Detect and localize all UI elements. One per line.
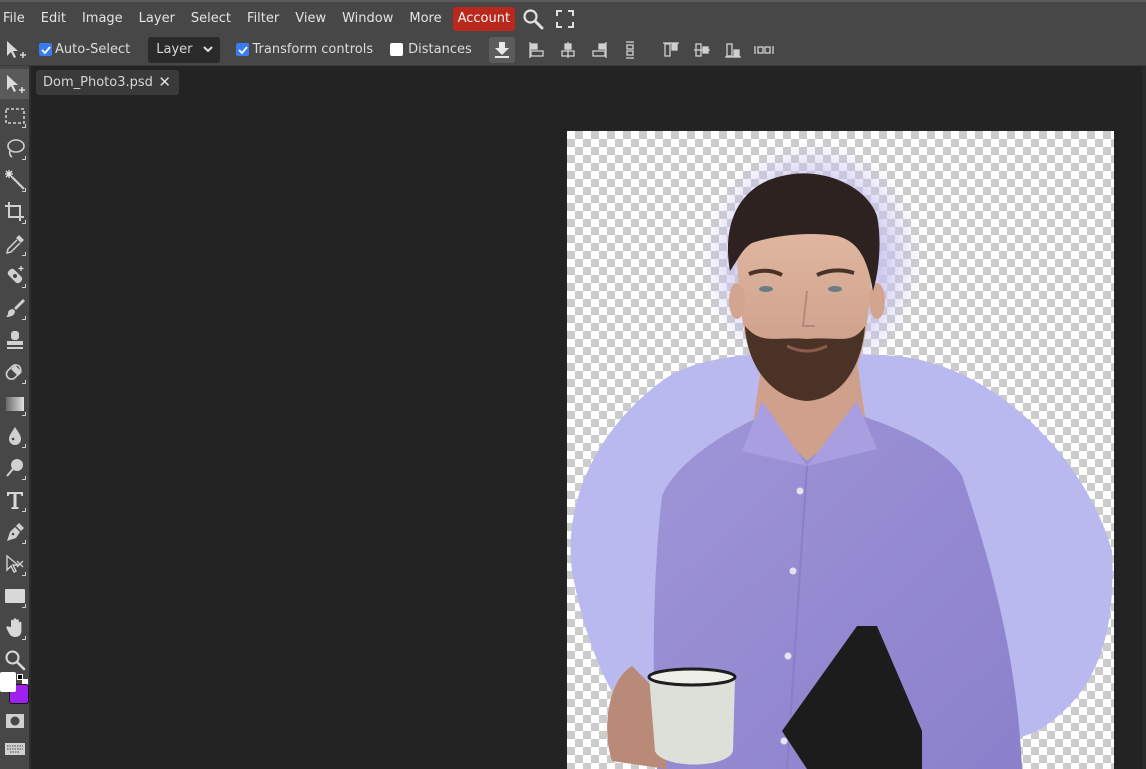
chevron-down-icon	[203, 45, 214, 52]
checkbox-checked-icon[interactable]	[39, 43, 52, 56]
document-canvas[interactable]	[567, 131, 1114, 769]
checkbox-checked-icon[interactable]	[236, 43, 250, 56]
distribute-h-icon	[754, 45, 774, 54]
tool-crop[interactable]	[0, 197, 29, 227]
move-tool-icon	[5, 39, 29, 61]
menu-more[interactable]: More	[401, 7, 449, 31]
mug	[649, 676, 735, 765]
keyboard-icon	[4, 743, 25, 755]
fullscreen-icon[interactable]	[551, 7, 579, 31]
distances-checkbox[interactable]: Distances	[390, 42, 472, 57]
quick-mask-icon	[5, 714, 24, 728]
align-bottom-icon	[724, 42, 741, 58]
account-button[interactable]: Account	[452, 7, 516, 31]
tool-move[interactable]	[0, 69, 29, 99]
auto-select-label: Auto-Select	[55, 42, 131, 57]
tool-blur[interactable]	[0, 421, 29, 451]
tool-shape[interactable]	[0, 581, 29, 611]
document-tab-title: Dom_Photo3.psd	[43, 75, 153, 90]
eye	[828, 286, 842, 292]
close-icon[interactable]: ✕	[158, 74, 171, 90]
menu-layer[interactable]: Layer	[131, 7, 183, 31]
menu-filter[interactable]: Filter	[239, 7, 287, 31]
download-button[interactable]	[488, 36, 515, 63]
tool-gradient[interactable]	[0, 389, 29, 419]
photo-layer	[570, 141, 1113, 769]
tool-magic-wand[interactable]	[0, 165, 29, 195]
tool-type[interactable]	[0, 485, 29, 515]
options-bar: Auto-Select Layer Transform controls Dis…	[0, 34, 1146, 66]
clone-stamp-icon	[6, 331, 23, 349]
tool-stamp[interactable]	[0, 325, 29, 355]
auto-select-checkbox[interactable]: Auto-Select	[39, 42, 130, 57]
keyboard-shortcuts-button[interactable]	[0, 734, 29, 764]
menu-image[interactable]: Image	[74, 7, 131, 31]
align-center-h-icon	[561, 41, 575, 58]
distances-label: Distances	[408, 42, 472, 57]
checkbox-unchecked-icon[interactable]	[390, 43, 404, 56]
download-icon	[494, 41, 509, 58]
quick-mask-button[interactable]	[0, 706, 29, 736]
align-middle-v-icon	[693, 42, 710, 57]
auto-select-target-select[interactable]: Layer	[148, 36, 221, 63]
distribute-v-button[interactable]	[617, 37, 643, 63]
move-tool-icon	[6, 75, 25, 93]
menu-bar: File Edit Image Layer Select Filter View…	[0, 0, 1146, 36]
tool-brush[interactable]	[0, 293, 29, 323]
zoom-icon	[5, 650, 25, 671]
tool-eraser[interactable]	[0, 357, 29, 387]
tool-dodge[interactable]	[0, 453, 29, 483]
foreground-color-swatch[interactable]	[0, 672, 16, 692]
tool-marquee[interactable]	[0, 101, 29, 131]
align-bottom-button[interactable]	[720, 37, 746, 63]
tool-lasso[interactable]	[0, 133, 29, 163]
align-right-icon	[592, 41, 607, 58]
distribute-v-icon	[625, 40, 634, 59]
transform-controls-checkbox[interactable]: Transform controls	[236, 42, 373, 57]
tool-hand[interactable]	[0, 613, 29, 643]
menu-select[interactable]: Select	[183, 7, 239, 31]
shirt-button	[796, 487, 804, 495]
align-top-button[interactable]	[658, 37, 684, 63]
mug-rim	[647, 667, 737, 687]
tool-eyedropper[interactable]	[0, 229, 29, 259]
marquee-icon	[4, 108, 25, 124]
tools-panel	[0, 66, 31, 769]
menu-window[interactable]: Window	[334, 7, 401, 31]
align-left-icon	[529, 41, 544, 58]
gradient-icon	[5, 397, 24, 411]
search-icon[interactable]	[519, 7, 547, 31]
tool-path-select[interactable]	[0, 549, 29, 579]
menu-view[interactable]: View	[287, 7, 334, 31]
distribute-h-button[interactable]	[751, 37, 777, 63]
menu-edit[interactable]: Edit	[33, 7, 74, 31]
eye	[759, 286, 773, 292]
right-panel-edge	[1142, 66, 1146, 769]
document-tab[interactable]: Dom_Photo3.psd ✕	[36, 70, 179, 95]
align-middle-v-button[interactable]	[689, 37, 715, 63]
align-center-h-button[interactable]	[555, 37, 581, 63]
ear	[869, 283, 885, 319]
align-left-button[interactable]	[524, 37, 550, 63]
shirt-button	[789, 567, 797, 575]
ear	[729, 283, 745, 319]
transform-controls-label: Transform controls	[252, 42, 374, 57]
shirt-button	[780, 737, 788, 745]
tool-healing[interactable]	[0, 261, 29, 291]
align-top-icon	[662, 41, 679, 57]
rectangle-shape-icon	[4, 589, 25, 603]
target-select-value: Layer	[156, 42, 193, 57]
menu-file[interactable]: File	[0, 7, 33, 31]
tool-pen[interactable]	[0, 517, 29, 547]
shirt-button	[784, 652, 792, 660]
tool-zoom[interactable]	[0, 645, 29, 675]
align-right-button[interactable]	[586, 37, 612, 63]
